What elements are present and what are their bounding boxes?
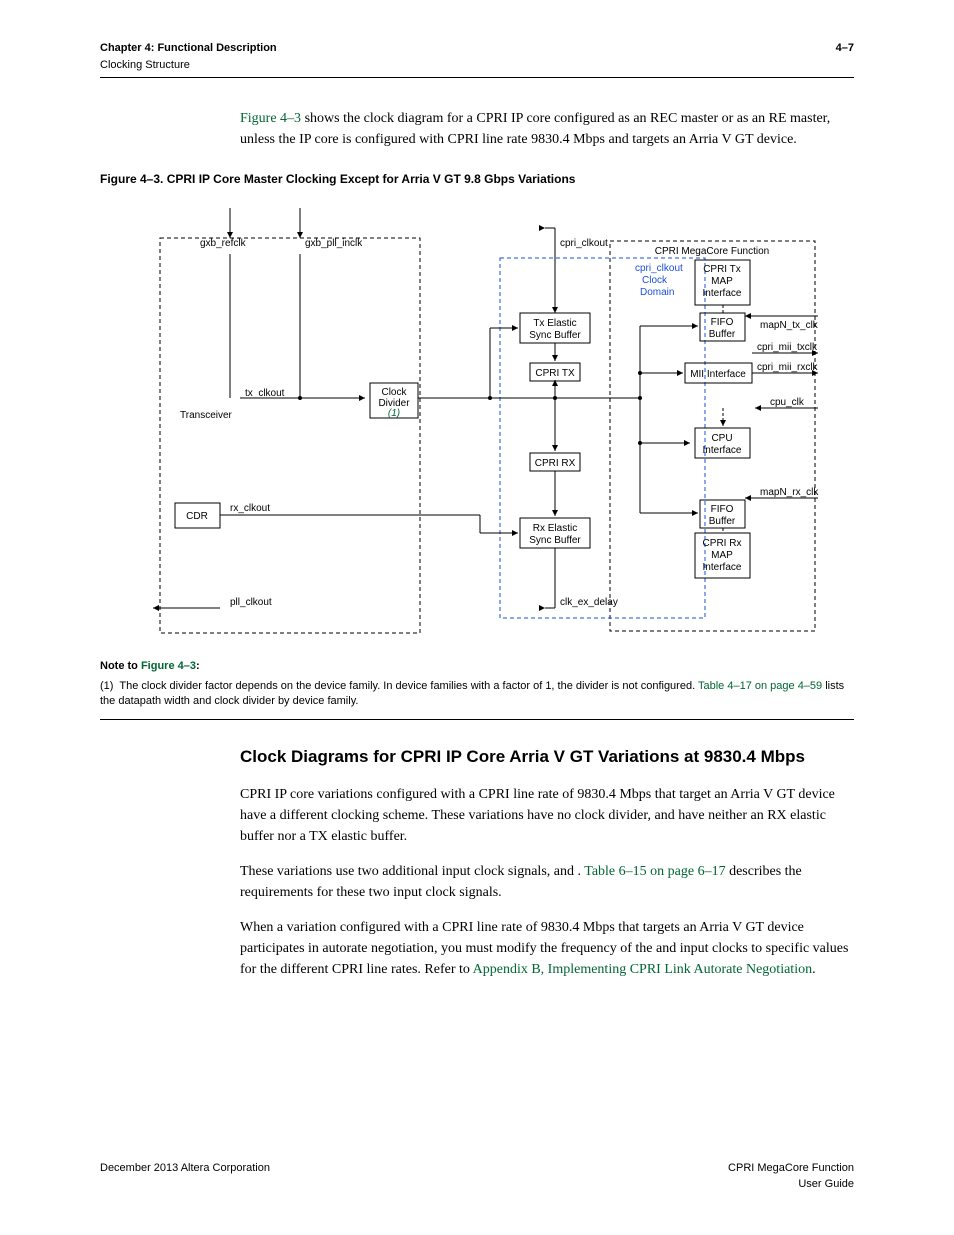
clock-div-note: (1) (388, 408, 400, 419)
page-number: 4–7 (836, 40, 854, 73)
mapn-tx-clk-label: mapN_tx_clk (760, 320, 819, 331)
cdr-label: CDR (186, 511, 208, 522)
cpri-clkout-label: cpri_clkout (560, 238, 608, 249)
fifo-rx-l1: FIFO (711, 504, 734, 515)
cpu-l2: Interface (703, 445, 742, 456)
cpri-mii-rxclk-label: cpri_mii_rxclk (757, 362, 819, 373)
section-heading: Clock Diagrams for CPRI IP Core Arria V … (240, 744, 854, 770)
fifo-tx-l2: Buffer (709, 329, 736, 340)
note-body: (1) The clock divider factor depends on … (100, 679, 854, 710)
gxb-refclk-label: gxb_refclk (200, 238, 247, 249)
gxb-pll-inclk-label: gxb_pll_inclk (305, 238, 363, 249)
pll-clkout-label: pll_clkout (230, 597, 272, 608)
cpu-l1: CPU (711, 433, 732, 444)
megacore-label: CPRI MegaCore Function (655, 246, 770, 257)
clkout-domain-l2: Clock (642, 275, 668, 286)
footer-right: CPRI MegaCore Function User Guide (728, 1160, 854, 1193)
note-figure-link[interactable]: Figure 4–3 (141, 660, 196, 672)
clock-div-l1: Clock (381, 387, 407, 398)
clkout-domain-l3: Domain (640, 287, 674, 298)
txmap-l2: MAP (711, 276, 733, 287)
intro-text: shows the clock diagram for a CPRI IP co… (240, 111, 830, 147)
rx-clkout-label: rx_clkout (230, 503, 270, 514)
rxmap-l2: MAP (711, 550, 733, 561)
paragraph-1: CPRI IP core variations configured with … (240, 784, 854, 847)
figure-note: Note to Figure 4–3: (1) The clock divide… (100, 658, 854, 720)
note-table-link[interactable]: Table 4–17 on page 4–59 (698, 680, 822, 692)
figure-caption: Figure 4–3. CPRI IP Core Master Clocking… (100, 170, 854, 188)
mapn-rx-clk-label: mapN_rx_clk (760, 487, 819, 498)
intro-paragraph: Figure 4–3 shows the clock diagram for a… (240, 108, 854, 150)
txmap-l1: CPRI Tx (703, 264, 741, 275)
fifo-tx-l1: FIFO (711, 317, 734, 328)
page-header: Chapter 4: Functional Description Clocki… (100, 40, 854, 78)
tx-elastic-l2: Sync Buffer (529, 330, 581, 341)
chapter-title: Chapter 4: Functional Description (100, 40, 277, 57)
section-title: Clocking Structure (100, 57, 277, 74)
transceiver-label: Transceiver (180, 410, 233, 421)
rxmap-l1: CPRI Rx (703, 538, 742, 549)
rxmap-l3: Interface (703, 562, 742, 573)
clock-diagram: CPRI MegaCore Function gxb_refclk gxb_pl… (100, 198, 854, 638)
tx-clkout-label: tx_clkout (245, 388, 285, 399)
mii-interface-label: MII Interface (690, 369, 746, 380)
rx-elastic-l2: Sync Buffer (529, 535, 581, 546)
rx-elastic-l1: Rx Elastic (533, 523, 577, 534)
paragraph-3: When a variation configured with a CPRI … (240, 917, 854, 980)
cpri-tx-label: CPRI TX (535, 368, 575, 379)
note-title: Note to Figure 4–3: (100, 658, 854, 675)
cpri-rx-label: CPRI RX (535, 458, 576, 469)
txmap-l3: Interface (703, 288, 742, 299)
cpri-mii-txclk-label: cpri_mii_txclk (757, 342, 818, 353)
appendix-b-link[interactable]: Appendix B, Implementing CPRI Link Autor… (473, 962, 812, 977)
clk-ex-delay-label: clk_ex_delay (560, 597, 618, 608)
page-footer: December 2013 Altera Corporation CPRI Me… (100, 1160, 854, 1193)
cpu-clk-label: cpu_clk (770, 397, 805, 408)
tx-elastic-l1: Tx Elastic (533, 318, 576, 329)
fifo-rx-l2: Buffer (709, 516, 736, 527)
paragraph-2: These variations use two additional inpu… (240, 861, 854, 903)
footer-left: December 2013 Altera Corporation (100, 1160, 270, 1193)
header-left: Chapter 4: Functional Description Clocki… (100, 40, 277, 73)
table-6-15-link[interactable]: Table 6–15 on page 6–17 (584, 864, 725, 879)
clkout-domain-l1: cpri_clkout (635, 263, 683, 274)
figure-ref-link[interactable]: Figure 4–3 (240, 111, 301, 126)
